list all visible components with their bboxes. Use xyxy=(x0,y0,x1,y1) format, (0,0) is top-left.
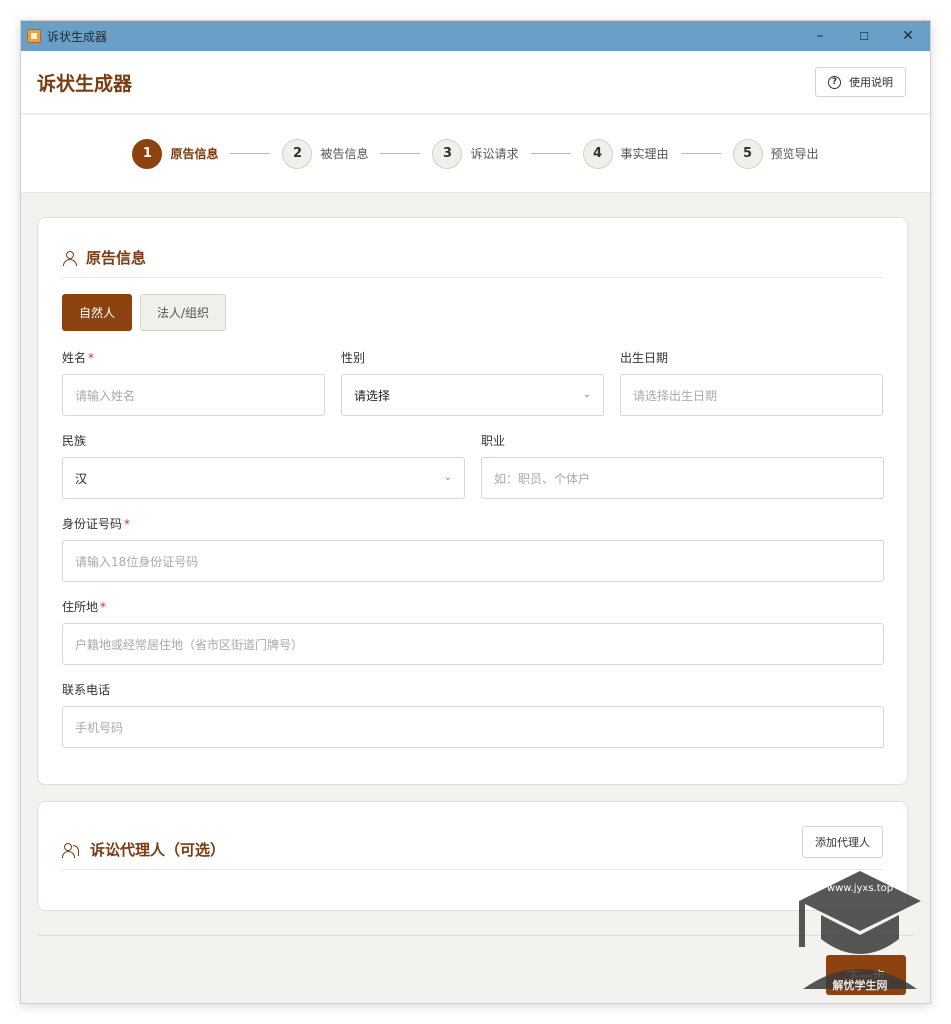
step-number: 4 xyxy=(582,138,613,169)
agent-card: 诉讼代理人（可选） 添加代理人 xyxy=(37,801,908,911)
step-connector xyxy=(680,153,721,154)
plaintiff-card: 原告信息 自然人 法人/组织 姓名 * 请输入姓名 性别 请选择 ⌄ 出生日期 请选… xyxy=(37,217,908,785)
field-label: 出生日期 xyxy=(620,351,669,365)
step-label: 原告信息 xyxy=(170,147,219,161)
people-icon xyxy=(62,842,82,858)
ethnicity-field-group: 民族 汉 ⌄ xyxy=(62,433,465,499)
id-number-input[interactable]: 请输入18位身份证号码 xyxy=(62,540,884,582)
card-header: 诉讼代理人（可选） xyxy=(62,830,883,870)
help-button[interactable]: ? 使用说明 xyxy=(815,67,906,97)
occupation-input[interactable]: 如：职员、个体户 xyxy=(481,457,884,499)
close-button[interactable]: ✕ xyxy=(886,21,930,51)
step-number: 3 xyxy=(432,138,463,169)
card-title: 原告信息 xyxy=(86,249,147,267)
name-input[interactable]: 请输入姓名 xyxy=(62,374,325,416)
party-type-toggle: 自然人 法人/组织 xyxy=(62,294,227,331)
window-controls: – ☐ ✕ xyxy=(798,21,930,51)
field-label: 姓名 * xyxy=(62,351,95,365)
step-label: 事实理由 xyxy=(620,147,669,161)
step-preview[interactable]: 5 预览导出 xyxy=(732,138,819,169)
step-number: 2 xyxy=(282,138,313,169)
question-circle-icon: ? xyxy=(828,75,841,89)
minimize-button[interactable]: – xyxy=(798,21,842,51)
watermark-brand: 解忧学生网 xyxy=(832,979,888,992)
phone-input[interactable]: 手机号码 xyxy=(62,706,884,748)
window-title: 诉状生成器 xyxy=(47,29,108,44)
maximize-button[interactable]: ☐ xyxy=(842,21,886,51)
field-label: 民族 xyxy=(62,434,87,448)
ethnicity-select[interactable]: 汉 ⌄ xyxy=(62,457,465,499)
step-label: 预览导出 xyxy=(770,147,819,161)
step-defendant[interactable]: 2 被告信息 xyxy=(282,138,369,169)
birth-field-group: 出生日期 请选择出生日期 xyxy=(620,350,883,416)
chevron-down-icon: ⌄ xyxy=(582,389,591,400)
field-label: 身份证号码 * xyxy=(62,517,131,531)
field-label: 住所地 * xyxy=(62,600,107,614)
step-progress: 1 原告信息 2 被告信息 3 诉讼请求 4 事实理由 5 预览导出 xyxy=(21,115,930,193)
address-field-group: 住所地 * 户籍地或经常居住地（省市区街道门牌号） xyxy=(62,599,884,665)
id-number-field-group: 身份证号码 * 请输入18位身份证号码 xyxy=(62,516,884,582)
step-claims[interactable]: 3 诉讼请求 xyxy=(432,138,519,169)
legal-entity-tab[interactable]: 法人/组织 xyxy=(140,294,227,331)
help-button-label: 使用说明 xyxy=(849,76,893,89)
field-label: 性别 xyxy=(341,351,366,365)
step-connector xyxy=(230,153,271,154)
chevron-down-icon: ⌄ xyxy=(443,472,452,483)
step-facts[interactable]: 4 事实理由 xyxy=(582,138,669,169)
phone-field-group: 联系电话 手机号码 xyxy=(62,682,884,748)
app-window: 诉状生成器 – ☐ ✕ 诉状生成器 ? 使用说明 1 原告信息 2 被告信息 3… xyxy=(20,20,931,1004)
step-connector xyxy=(530,153,571,154)
step-connector xyxy=(380,153,421,154)
address-input[interactable]: 户籍地或经常居住地（省市区街道门牌号） xyxy=(62,623,884,665)
card-title: 诉讼代理人（可选） xyxy=(90,841,226,859)
step-plaintiff[interactable]: 1 原告信息 xyxy=(132,138,219,169)
natural-person-tab[interactable]: 自然人 xyxy=(62,294,133,331)
gender-select[interactable]: 请选择 ⌄ xyxy=(341,374,604,416)
add-agent-button[interactable]: 添加代理人 xyxy=(802,826,883,858)
occupation-field-group: 职业 如：职员、个体户 xyxy=(481,433,884,499)
step-number: 5 xyxy=(732,138,763,169)
page-title: 诉状生成器 xyxy=(37,72,133,95)
birth-date-input[interactable]: 请选择出生日期 xyxy=(620,374,883,416)
watermark-url: www.jyxs.top xyxy=(826,883,894,894)
app-header: 诉状生成器 ? 使用说明 xyxy=(21,51,930,114)
app-icon xyxy=(27,29,41,43)
step-label: 被告信息 xyxy=(320,147,369,161)
title-bar[interactable]: 诉状生成器 – ☐ ✕ xyxy=(21,21,930,51)
step-number: 1 xyxy=(132,138,163,169)
step-label: 诉讼请求 xyxy=(470,147,519,161)
watermark-logo: www.jyxs.top 解忧学生网 xyxy=(797,869,923,999)
gender-field-group: 性别 请选择 ⌄ xyxy=(341,350,604,416)
footer-divider xyxy=(37,935,914,936)
card-header: 原告信息 xyxy=(62,238,883,278)
field-label: 职业 xyxy=(481,434,506,448)
field-label: 联系电话 xyxy=(62,683,111,697)
name-field-group: 姓名 * 请输入姓名 xyxy=(62,350,325,416)
person-icon xyxy=(62,250,78,266)
